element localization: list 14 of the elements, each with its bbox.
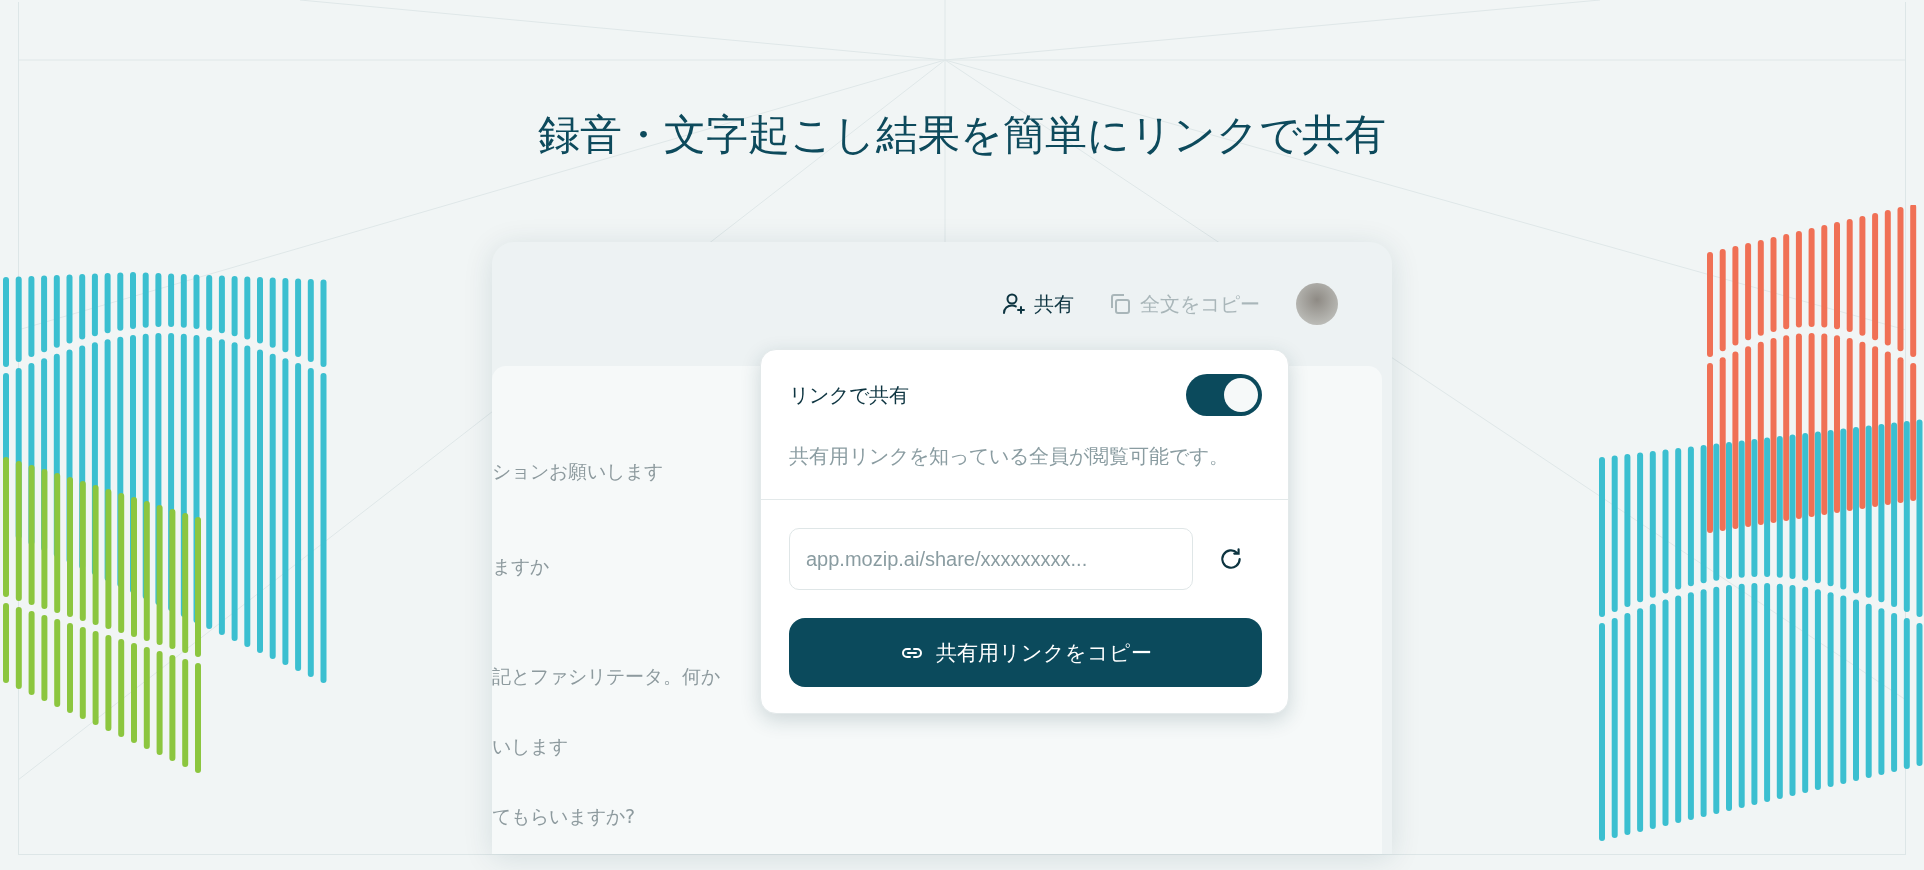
transcript-text: 記とファシリテータ。何か bbox=[492, 664, 720, 690]
transcript-text: いします bbox=[492, 734, 568, 760]
transcript-text: ますか bbox=[492, 554, 549, 580]
transcript-text: ションお願いします bbox=[492, 459, 663, 485]
link-share-toggle[interactable] bbox=[1186, 374, 1262, 417]
share-button[interactable]: 共有 bbox=[998, 286, 1078, 322]
copy-icon bbox=[1108, 292, 1132, 317]
avatar[interactable] bbox=[1296, 283, 1338, 326]
popover-title: リンクで共有 bbox=[789, 381, 909, 409]
add-user-icon bbox=[1002, 292, 1026, 317]
popover-description: 共有用リンクを知っている全員が閲覧可能です。 bbox=[789, 443, 1230, 471]
copy-link-button[interactable]: 共有用リンクをコピー bbox=[789, 618, 1262, 688]
transcript-text: てもらいますか? bbox=[492, 804, 636, 830]
headline: 録音・文字起こし結果を簡単にリンクで共有 bbox=[538, 110, 1386, 161]
